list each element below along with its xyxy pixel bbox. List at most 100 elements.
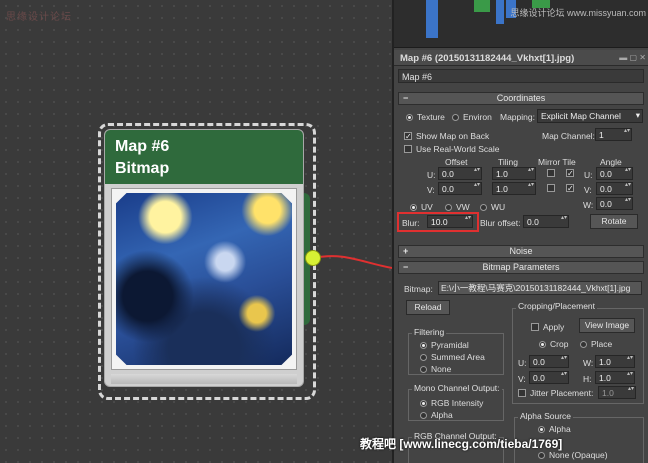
alpha-source-none-radio[interactable]	[538, 452, 545, 459]
filter-none-radio[interactable]	[420, 366, 427, 373]
view-image-button[interactable]: View Image	[579, 318, 635, 333]
rollout-title: Noise	[509, 246, 533, 256]
node-footer	[111, 374, 297, 384]
map-title-bar: Map #6 (20150131182444_Vkhxt[1].jpg) ▬ ▢…	[394, 50, 648, 66]
material-editor-panel: 思缘设计论坛 www.missyuan.com Map #6 (20150131…	[392, 0, 648, 463]
blur-offset-spinner[interactable]: 0.0	[523, 215, 569, 228]
bitmap-thumbnail	[116, 193, 292, 365]
u-tile-checkbox[interactable]: ✓	[566, 169, 574, 178]
v-tiling-spinner[interactable]: 1.0	[492, 182, 536, 195]
pyramidal-label: Pyramidal	[431, 340, 469, 350]
blur-spinner[interactable]: 10.0	[427, 215, 473, 228]
map-title: Map #6 (20150131182444_Vkhxt[1].jpg)	[400, 53, 575, 64]
map-channel-spinner[interactable]: 1	[595, 128, 632, 141]
v-offset-spinner[interactable]: 0.0	[438, 182, 482, 195]
u-offset-spinner[interactable]: 0.0	[438, 167, 482, 180]
preview-bar	[496, 0, 504, 24]
uv-radio[interactable]	[410, 204, 417, 211]
preview-bar	[426, 0, 438, 38]
crop-h-spinner[interactable]: 1.0	[595, 371, 635, 384]
bitmap-path-button[interactable]: E:\小一教程\马赛克\20150131182444_Vkhxt[1].jpg	[438, 281, 642, 295]
v-tile-checkbox[interactable]: ✓	[566, 184, 574, 193]
crop-v-spinner[interactable]: 0.0	[529, 371, 569, 384]
jitter-spinner[interactable]: 1.0	[598, 386, 636, 399]
u-mirror-checkbox[interactable]	[547, 169, 555, 177]
u-angle-spinner[interactable]: 0.0	[596, 167, 633, 180]
alpha-source-alpha-label: Alpha	[549, 424, 571, 434]
summed-area-radio[interactable]	[420, 354, 427, 361]
node-subtitle: Bitmap	[115, 160, 170, 177]
summed-area-label: Summed Area	[431, 352, 485, 362]
mapping-label: Mapping:	[500, 112, 535, 122]
jitter-checkbox[interactable]	[518, 389, 526, 397]
show-map-checkbox[interactable]: ✓	[404, 132, 412, 141]
mono-alpha-label: Alpha	[431, 410, 453, 420]
mirror-tile-header: Mirror Tile	[538, 157, 576, 167]
environ-radio[interactable]	[452, 114, 459, 121]
pyramidal-radio[interactable]	[420, 342, 427, 349]
place-radio[interactable]	[580, 341, 587, 348]
crop-u-spinner[interactable]: 0.0	[529, 355, 569, 368]
show-map-label: Show Map on Back	[416, 131, 490, 141]
bitmap-label: Bitmap:	[404, 284, 433, 294]
reload-button[interactable]: Reload	[406, 300, 450, 315]
wu-label: WU	[491, 202, 506, 212]
v-mirror-checkbox[interactable]	[547, 184, 555, 192]
real-world-checkbox[interactable]	[404, 145, 412, 153]
crop-w-label: W:	[583, 358, 594, 368]
output-socket[interactable]	[305, 250, 321, 266]
mono-channel-title: Mono Channel Output:	[412, 383, 502, 393]
place-label: Place	[591, 339, 613, 349]
u-label: U:	[427, 170, 436, 180]
node-header: Map #6 Bitmap	[105, 130, 303, 184]
apply-checkbox[interactable]	[531, 323, 539, 331]
alpha-source-alpha-radio[interactable]	[538, 426, 545, 433]
tiling-header: Tiling	[498, 157, 518, 167]
rollout-title: Coordinates	[496, 93, 546, 103]
rollout-coordinates[interactable]: − Coordinates	[398, 92, 644, 105]
blur-offset-label: Blur offset:	[480, 218, 521, 228]
vw-label: VW	[456, 202, 470, 212]
blur-label: Blur:	[402, 218, 420, 228]
real-world-label: Use Real-World Scale	[416, 144, 500, 154]
cropping-title: Cropping/Placement	[516, 301, 598, 311]
wu-radio[interactable]	[480, 204, 487, 211]
v-label: V:	[427, 185, 435, 195]
map-name-field[interactable]: Map #6	[398, 69, 644, 83]
expand-icon: +	[403, 246, 409, 256]
rotate-button[interactable]: Rotate	[590, 214, 638, 229]
v-angle-spinner[interactable]: 0.0	[596, 182, 633, 195]
crop-label: Crop	[550, 339, 569, 349]
collapse-icon: −	[403, 262, 409, 272]
chevron-down-icon: ▾	[635, 110, 640, 120]
alpha-source-title: Alpha Source	[518, 411, 574, 421]
rgb-intensity-label: RGB Intensity	[431, 398, 484, 408]
mono-alpha-radio[interactable]	[420, 412, 427, 419]
u-tiling-spinner[interactable]: 1.0	[492, 167, 536, 180]
rgb-intensity-radio[interactable]	[420, 400, 427, 407]
texture-label: Texture	[417, 112, 445, 122]
map-channel-label: Map Channel:	[542, 131, 595, 141]
rollout-bitmap-parameters[interactable]: − Bitmap Parameters	[398, 261, 644, 274]
rollout-noise[interactable]: + Noise	[398, 245, 644, 258]
watermark-bottom: 教程吧 [www.linecg.com/tieba/1769]	[360, 437, 563, 451]
material-preview-strip: 思缘设计论坛 www.missyuan.com	[394, 0, 648, 48]
crop-v-label: V:	[518, 374, 526, 384]
crop-h-label: H:	[583, 374, 592, 384]
vw-radio[interactable]	[445, 204, 452, 211]
bitmap-node[interactable]: Map #6 Bitmap	[104, 129, 304, 387]
crop-u-label: U:	[518, 358, 527, 368]
crop-w-spinner[interactable]: 1.0	[595, 355, 635, 368]
mapping-value: Explicit Map Channel	[541, 111, 621, 121]
texture-radio[interactable]	[406, 114, 413, 121]
crop-radio[interactable]	[539, 341, 546, 348]
jitter-label: Jitter Placement:	[530, 388, 594, 398]
w-angle-spinner[interactable]: 0.0	[596, 197, 633, 210]
mapping-dropdown[interactable]: Explicit Map Channel ▾	[537, 109, 643, 123]
w-angle-label: W:	[583, 200, 594, 210]
title-bar-icons[interactable]: ▬ ▢ ✕	[619, 53, 646, 62]
schematic-view[interactable]: 思缘设计论坛 Map #6 Bitmap	[0, 0, 392, 463]
offset-header: Offset	[445, 157, 468, 167]
preview-bar	[474, 0, 490, 12]
v-angle-label: V:	[584, 185, 592, 195]
